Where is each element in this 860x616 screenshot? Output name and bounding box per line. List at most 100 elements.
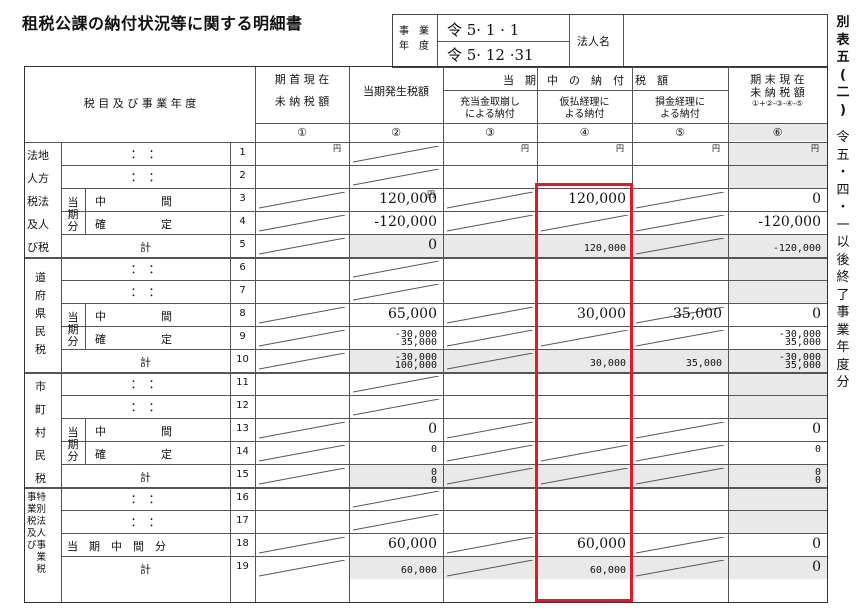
not-applicable-slash [259, 537, 345, 554]
not-applicable-slash [353, 399, 439, 416]
grid-line [255, 123, 827, 124]
c5-header-line2: よる納付 [660, 109, 700, 120]
current-period-label: 分 [67, 335, 79, 348]
row-line [61, 211, 827, 212]
row-line [61, 303, 827, 304]
section-divider [25, 372, 827, 374]
year-placeholder-dots: ： ： [130, 170, 161, 184]
shaded-cell [729, 396, 827, 418]
value-r8_c2: 65,000 [388, 306, 437, 322]
value-r10_c2b: 100,000 [394, 360, 437, 371]
row-line [61, 441, 827, 442]
not-applicable-slash [636, 215, 724, 232]
value-r19_c6: 0 [812, 559, 821, 575]
not-applicable-slash [259, 330, 345, 347]
row-number-1: 1 [239, 147, 246, 158]
section-divider [25, 487, 827, 489]
grid-line [443, 90, 728, 91]
shaded-cell [729, 488, 827, 510]
not-applicable-slash [259, 192, 345, 209]
subtotal-label: 計 [140, 471, 151, 484]
value-r18_c2: 60,000 [388, 536, 437, 552]
not-applicable-slash [636, 445, 724, 462]
grid-line [230, 142, 231, 602]
not-applicable-slash [636, 330, 724, 347]
tax-payment-table: 税 目 及 び 事 業 年 度期 首 現 在未 納 税 額当期発生税額当 期 中… [24, 66, 828, 603]
not-applicable-slash [447, 192, 533, 209]
prefectural-tax-label: 道 [35, 271, 46, 284]
final-label: 確 定 [95, 218, 172, 231]
year-placeholder-dots: ： ： [130, 377, 161, 391]
row-line [61, 165, 827, 166]
not-applicable-slash [259, 468, 345, 485]
not-applicable-slash [353, 169, 439, 186]
c6-header-formula: ①+②-③-④-⑤ [751, 99, 804, 108]
value-r10_c5: 35,000 [685, 358, 722, 369]
final-label: 確 定 [95, 448, 172, 461]
value-r13_c2: 0 [428, 421, 437, 437]
not-applicable-slash [447, 560, 533, 577]
row-number-6: 6 [239, 262, 246, 273]
grid-line [85, 303, 86, 349]
year-placeholder-dots: ： ： [130, 515, 161, 529]
row-line [61, 280, 827, 281]
not-applicable-slash [353, 261, 439, 278]
shaded-cell [729, 511, 827, 533]
corporate-tax-label: び税 [27, 241, 49, 254]
subtotal-label: 計 [140, 563, 151, 576]
c6-header-line2: 未 納 税 額 [750, 86, 805, 99]
row-line [61, 326, 827, 327]
municipal-tax-label: 町 [35, 403, 46, 416]
municipal-tax-label: 村 [35, 426, 46, 439]
c1-header-line1: 期 首 現 在 [274, 73, 330, 86]
value-r10_c6b: 35,000 [784, 360, 821, 371]
interim-label: 中 間 [95, 310, 172, 323]
c2-header: 当期発生税額 [363, 85, 429, 98]
row-number-12: 12 [236, 400, 249, 411]
year-placeholder-dots: ： ： [130, 262, 161, 276]
shaded-cell [729, 281, 827, 303]
value-r15_c2b: 0 [430, 475, 437, 486]
not-applicable-slash [259, 422, 345, 439]
prefectural-tax-label: 民 [35, 325, 46, 338]
col-number-n6: ⑥ [772, 126, 783, 139]
not-applicable-slash [636, 192, 724, 209]
value-r18_c6: 0 [812, 536, 821, 552]
value-r14_c2: 0 [430, 444, 437, 455]
value-r4_c6: -120,000 [758, 214, 821, 230]
not-applicable-slash [447, 330, 533, 347]
row-number-3: 3 [239, 193, 246, 204]
value-r8_c6: 0 [812, 306, 821, 322]
period-start: 令 5· 1 · 1 [447, 21, 520, 39]
corporate-tax-label: 法地 [27, 149, 49, 162]
row-line [61, 464, 827, 465]
not-applicable-slash [636, 422, 724, 439]
corporate-tax-label: 税法 [27, 195, 49, 208]
prefectural-tax-label: 府 [35, 289, 46, 302]
shaded-cell [729, 258, 827, 280]
value-r4_c2: -120,000 [374, 214, 437, 230]
interim-label: 中 間 [95, 425, 172, 438]
form-title: 租税公課の納付状況等に関する明細書 [22, 14, 303, 33]
not-applicable-slash [447, 353, 533, 370]
final-label: 確 定 [95, 333, 172, 346]
not-applicable-slash [259, 307, 345, 324]
c4-header-line2: よる納付 [564, 109, 605, 120]
not-applicable-slash [259, 215, 345, 232]
not-applicable-slash [353, 376, 439, 393]
form-number-label: 別表五(二) 令五・四・一以後終了事業年度分 [836, 15, 850, 390]
col-number-n2: ② [391, 126, 401, 139]
row-number-7: 7 [239, 285, 246, 296]
not-applicable-slash [447, 445, 533, 462]
row-number-16: 16 [236, 492, 249, 503]
paid-in-period-group-header: 当 期 中 の 納 付 税 額 [503, 74, 668, 87]
highlight-column-4-box [535, 183, 633, 602]
c1-header-line2: 未 納 税 額 [274, 95, 330, 108]
row-line [61, 234, 827, 235]
subtotal-label: 計 [140, 241, 151, 254]
row-line [61, 188, 827, 189]
not-applicable-slash [447, 422, 533, 439]
value-r19_c2: 60,000 [400, 565, 437, 576]
year-placeholder-dots: ： ： [130, 400, 161, 414]
not-applicable-slash [353, 514, 439, 531]
